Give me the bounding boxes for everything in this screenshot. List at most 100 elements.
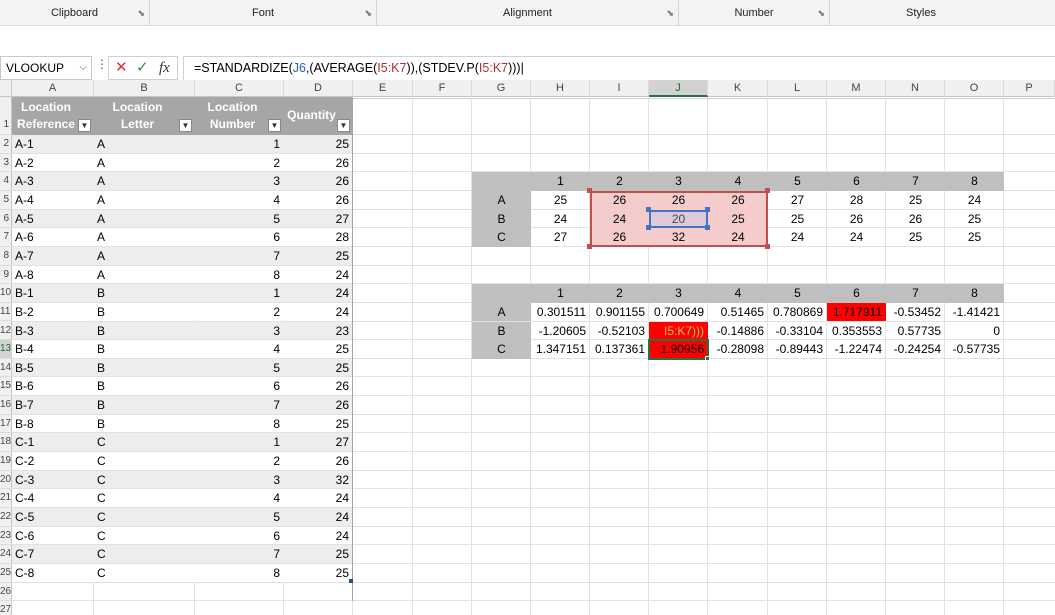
table-cell[interactable]: A [94, 154, 195, 173]
table-cell[interactable]: 24 [284, 303, 353, 322]
row-header-20[interactable]: 20 [0, 471, 12, 490]
table-cell[interactable]: 23 [284, 322, 353, 341]
table-cell[interactable]: B [94, 284, 195, 303]
row-header-16[interactable]: 16 [0, 396, 12, 415]
row-header-5[interactable]: 5 [0, 191, 12, 210]
table-cell[interactable]: C-3 [12, 471, 94, 490]
row-header-1[interactable]: 1 [0, 97, 12, 135]
table-cell[interactable]: C [94, 508, 195, 527]
row-header-10[interactable]: 10 [0, 284, 12, 303]
filter-dropdown-icon[interactable]: ▼ [78, 119, 91, 132]
table-cell[interactable]: A-4 [12, 191, 94, 210]
table-cell[interactable]: 7 [195, 396, 284, 415]
table-cell[interactable]: C-5 [12, 508, 94, 527]
table-cell[interactable]: 26 [284, 172, 353, 191]
row-header-18[interactable]: 18 [0, 433, 12, 453]
matrix-cell[interactable]: 0.137361 [590, 340, 649, 359]
more-options-icon[interactable]: ⋮ [96, 57, 108, 71]
table-cell[interactable]: B-3 [12, 322, 94, 341]
row-header-4[interactable]: 4 [0, 172, 12, 191]
reference-handle[interactable] [646, 206, 651, 212]
table-cell[interactable]: 24 [284, 284, 353, 303]
table-cell[interactable]: 25 [284, 564, 353, 583]
matrix-cell[interactable]: 25 [768, 210, 827, 229]
column-header-a[interactable]: A [12, 80, 94, 97]
table-cell[interactable]: B [94, 359, 195, 378]
table-cell[interactable]: 24 [284, 489, 353, 508]
table-cell[interactable]: C-2 [12, 452, 94, 471]
range-handle[interactable] [587, 243, 592, 249]
matrix-cell[interactable]: -0.28098 [708, 340, 768, 359]
table-cell[interactable]: 6 [195, 527, 284, 546]
matrix-cell[interactable]: -0.24254 [886, 340, 945, 359]
table-cell[interactable]: 24 [284, 266, 353, 285]
row-header-6[interactable]: 6 [0, 210, 12, 229]
matrix-cell[interactable]: -1.22474 [827, 340, 886, 359]
table-cell[interactable]: 5 [195, 359, 284, 378]
table-cell[interactable]: 26 [284, 377, 353, 396]
column-header-e[interactable]: E [353, 80, 413, 97]
matrix-cell[interactable]: 0.901155 [590, 303, 649, 322]
table-cell[interactable]: 24 [284, 508, 353, 527]
table-cell[interactable]: 5 [195, 210, 284, 229]
table-cell[interactable]: 5 [195, 508, 284, 527]
table-cell[interactable]: 25 [284, 340, 353, 359]
table-cell[interactable]: C-1 [12, 433, 94, 452]
column-header-n[interactable]: N [886, 80, 945, 97]
matrix-cell[interactable]: 26 [827, 210, 886, 229]
table-cell[interactable]: 25 [284, 247, 353, 266]
table-cell[interactable]: B-8 [12, 415, 94, 434]
table-cell[interactable]: 3 [195, 172, 284, 191]
table-cell[interactable]: 26 [284, 191, 353, 210]
matrix-cell[interactable]: 25 [531, 191, 590, 210]
column-header-j[interactable]: J [649, 80, 708, 97]
table-cell[interactable]: A-2 [12, 154, 94, 173]
reference-handle[interactable] [646, 225, 651, 231]
matrix-cell[interactable]: -0.33104 [768, 322, 827, 341]
table-cell[interactable]: A-5 [12, 210, 94, 229]
table-cell[interactable]: B [94, 396, 195, 415]
row-header-9[interactable]: 9 [0, 266, 12, 285]
row-header-12[interactable]: 12 [0, 322, 12, 341]
table-cell[interactable]: 8 [195, 266, 284, 285]
table-cell[interactable]: C [94, 433, 195, 452]
table-cell[interactable]: 27 [284, 433, 353, 452]
table-cell[interactable]: 7 [195, 545, 284, 564]
filter-dropdown-icon[interactable]: ▼ [179, 119, 192, 132]
row-header-27[interactable]: 27 [0, 601, 12, 615]
row-header-23[interactable]: 23 [0, 527, 12, 546]
table-cell[interactable]: 25 [284, 135, 353, 154]
row-header-13[interactable]: 13 [0, 340, 12, 359]
reference-handle[interactable] [705, 225, 710, 231]
table-cell[interactable]: C [94, 452, 195, 471]
column-header-k[interactable]: K [708, 80, 768, 97]
table-cell[interactable]: 25 [284, 545, 353, 564]
row-header-26[interactable]: 26 [0, 583, 12, 602]
column-header-h[interactable]: H [531, 80, 590, 97]
matrix-cell[interactable]: -0.89443 [768, 340, 827, 359]
column-header-c[interactable]: C [195, 80, 284, 97]
table-cell[interactable]: 3 [195, 471, 284, 490]
matrix-cell[interactable]: 0.353553 [827, 322, 886, 341]
column-header-m[interactable]: M [827, 80, 886, 97]
column-header-i[interactable]: I [590, 80, 649, 97]
table-cell[interactable]: C [94, 564, 195, 583]
table-cell[interactable]: B-4 [12, 340, 94, 359]
table-cell[interactable]: B-1 [12, 284, 94, 303]
matrix-cell[interactable]: -0.53452 [886, 303, 945, 322]
row-header-24[interactable]: 24 [0, 545, 12, 564]
table-cell[interactable]: B [94, 303, 195, 322]
matrix-cell[interactable]: -0.14886 [708, 322, 768, 341]
table-cell[interactable]: B [94, 340, 195, 359]
matrix-cell[interactable]: -0.52103 [590, 322, 649, 341]
column-header-g[interactable]: G [472, 80, 531, 97]
row-header-22[interactable]: 22 [0, 508, 12, 527]
table-cell[interactable]: 1 [195, 433, 284, 452]
matrix-cell[interactable]: 0.57735 [886, 322, 945, 341]
column-header-p[interactable]: P [1004, 80, 1055, 97]
matrix-cell[interactable]: 25 [886, 228, 945, 247]
table-cell[interactable]: 32 [284, 471, 353, 490]
table-cell[interactable]: 6 [195, 377, 284, 396]
matrix-cell[interactable]: 25 [945, 228, 1004, 247]
table-cell[interactable]: C [94, 545, 195, 564]
